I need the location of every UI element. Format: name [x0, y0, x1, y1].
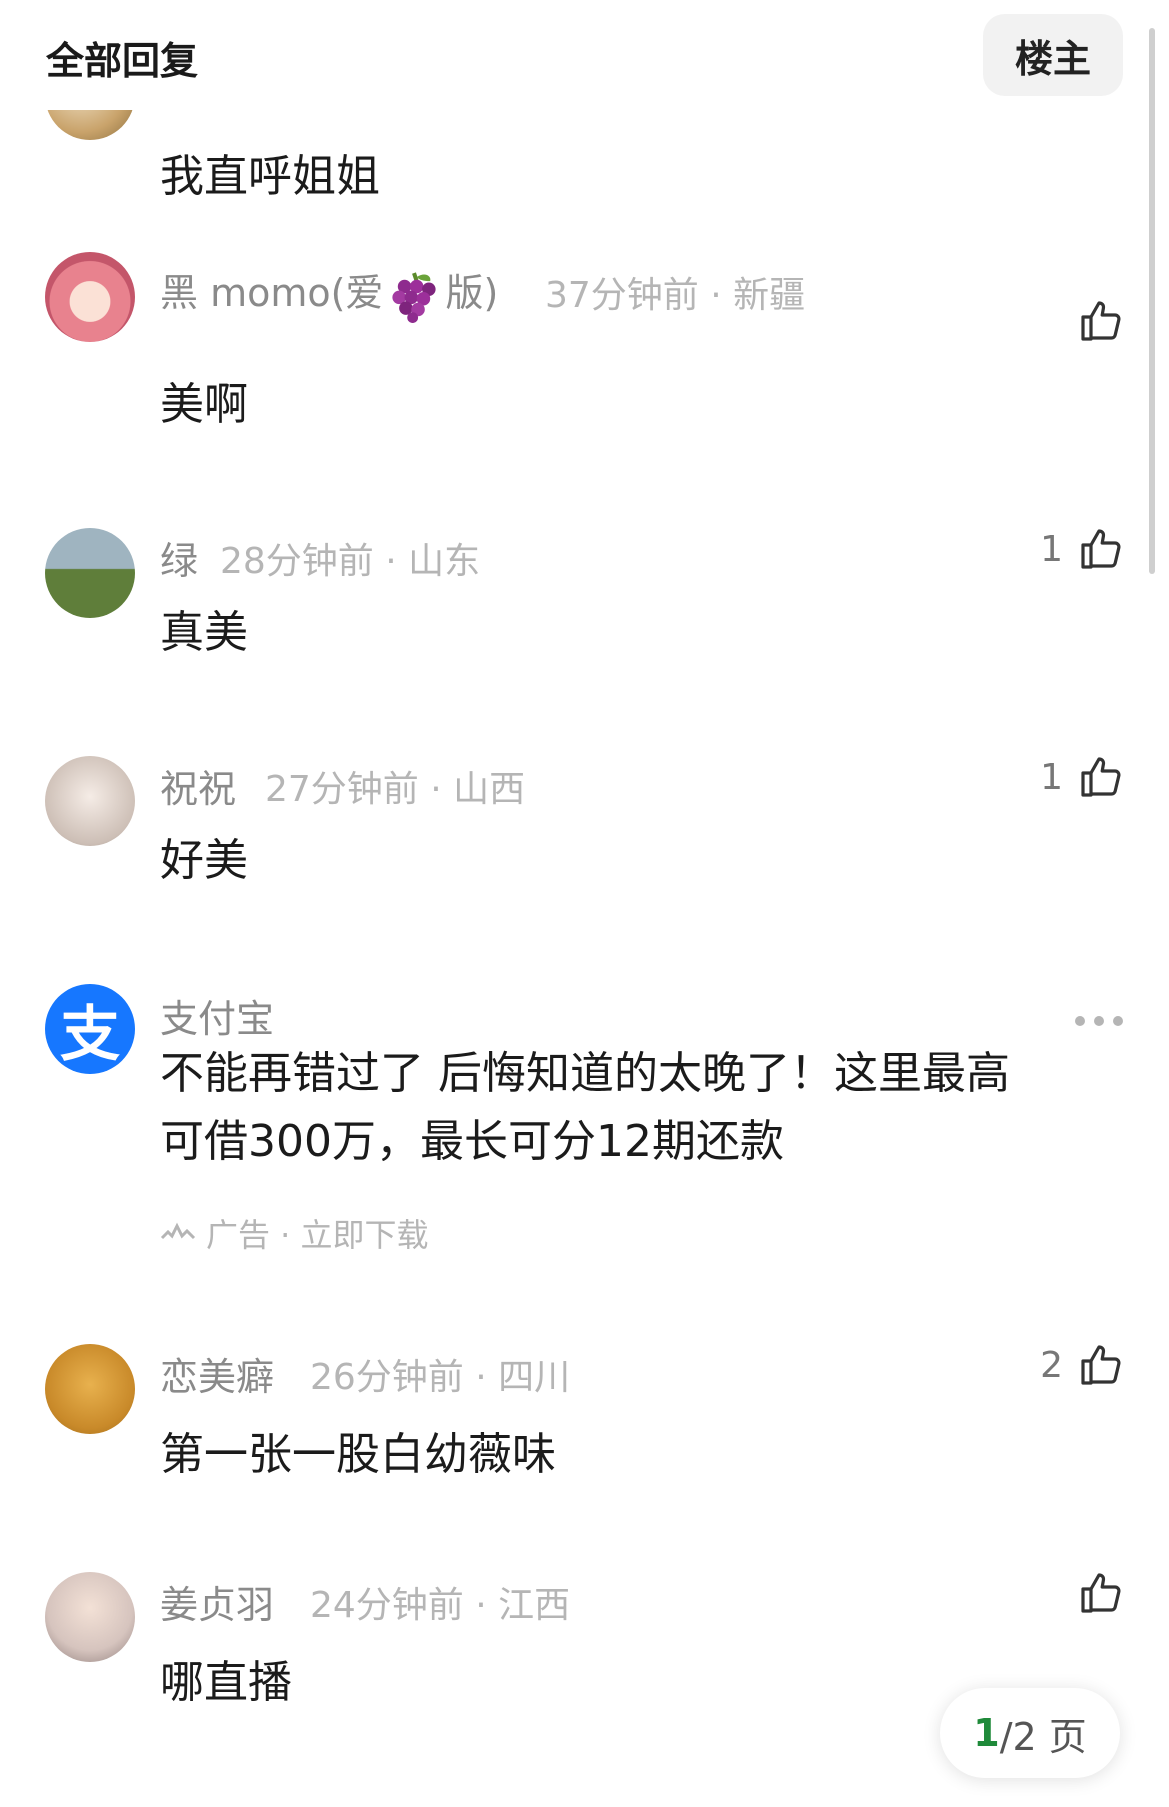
ad-tag[interactable]: 广告 · 立即下载: [160, 1210, 429, 1256]
like-button[interactable]: [1077, 1568, 1125, 1618]
header: 全部回复 楼主: [0, 0, 1169, 110]
avatar[interactable]: [45, 252, 135, 342]
comment-content: 第一张一股白幼薇味: [160, 1429, 556, 1480]
like-count: 2: [1040, 1344, 1063, 1386]
comment-content: 美啊: [160, 379, 248, 430]
comment-content: 好美: [160, 835, 248, 886]
ad-advertiser-name[interactable]: 支付宝: [160, 988, 274, 1043]
thumbs-up-icon: [1081, 757, 1121, 797]
comment-meta: 27分钟前 · 山西: [265, 769, 526, 810]
alipay-logo[interactable]: 支: [45, 984, 135, 1074]
ad-content[interactable]: 不能再错过了 后悔知道的太晚了！这里最高 可借300万，最长可分12期还款: [160, 1040, 1110, 1176]
ad-signal-icon: [160, 1222, 196, 1240]
avatar[interactable]: [45, 756, 135, 846]
page-title: 全部回复: [46, 39, 199, 83]
scrollbar[interactable]: [1149, 28, 1155, 574]
like-button[interactable]: [1077, 296, 1125, 346]
comment-meta: 24分钟前 · 江西: [310, 1585, 571, 1626]
like-count: 1: [1040, 528, 1063, 570]
comment-username[interactable]: 恋美癖: [160, 1346, 274, 1401]
like-count: 1: [1040, 756, 1063, 798]
total-pages: /2 页: [999, 1714, 1087, 1759]
comment-meta: 26分钟前 · 四川: [310, 1357, 571, 1398]
comment-username[interactable]: 祝祝: [160, 758, 236, 813]
like-button[interactable]: 1: [1040, 752, 1125, 802]
current-page: 1: [973, 1711, 1000, 1755]
comment-content: 哪直播: [160, 1657, 292, 1708]
comment-content: 我直呼姐姐: [160, 151, 380, 202]
thumbs-up-icon: [1081, 1573, 1121, 1613]
thumbs-up-icon: [1081, 1345, 1121, 1385]
thumbs-up-icon: [1081, 301, 1121, 341]
comment-content: 真美: [160, 607, 248, 658]
avatar[interactable]: [45, 1344, 135, 1434]
avatar[interactable]: [45, 1572, 135, 1662]
page-indicator[interactable]: 1/2 页: [940, 1688, 1120, 1778]
like-button[interactable]: 1: [1040, 524, 1125, 574]
like-button[interactable]: 2: [1040, 1340, 1125, 1390]
grape-emoji-icon: [392, 271, 437, 323]
more-options-icon[interactable]: [1075, 1016, 1123, 1026]
comment-meta: 37分钟前 · 新疆: [545, 275, 806, 316]
comment-meta: 28分钟前 · 山东: [220, 541, 481, 582]
comment-username[interactable]: 绿: [160, 530, 198, 585]
avatar[interactable]: [45, 528, 135, 618]
comment-username[interactable]: 黑 momo(爱 版): [160, 262, 498, 323]
comment-username[interactable]: 姜贞羽: [160, 1574, 274, 1629]
thumbs-up-icon: [1081, 529, 1121, 569]
op-only-button[interactable]: 楼主: [983, 14, 1123, 96]
